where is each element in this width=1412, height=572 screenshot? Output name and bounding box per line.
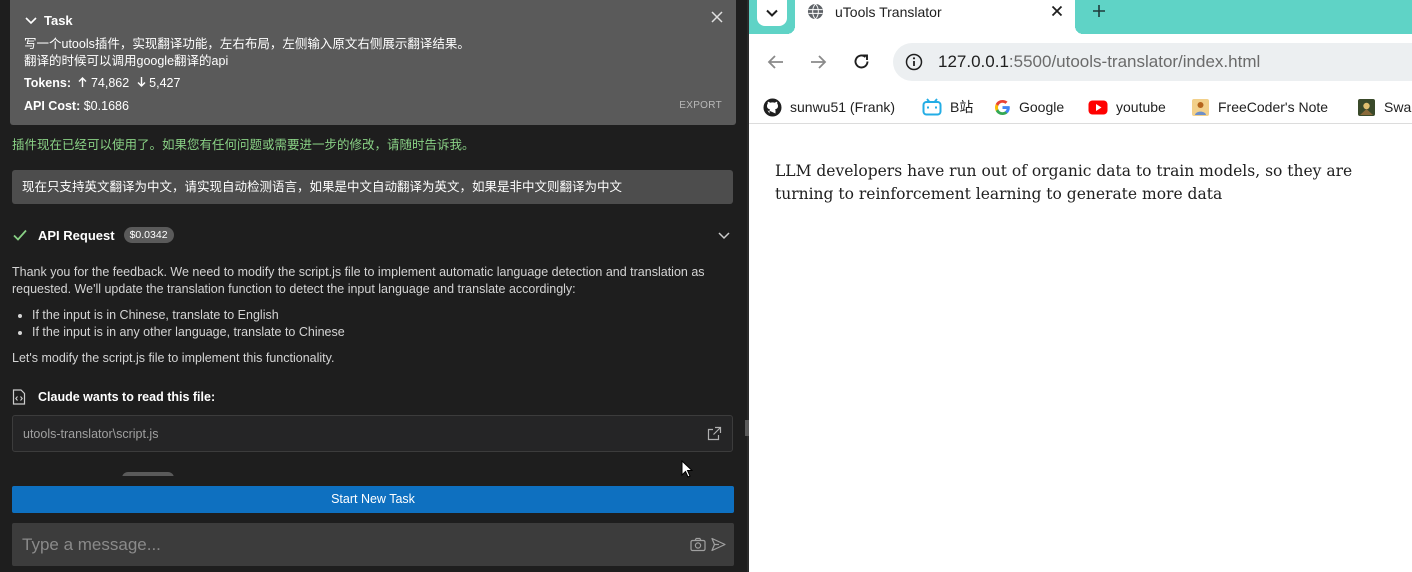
bilibili-icon: [922, 98, 942, 116]
chevron-down-icon: [766, 9, 778, 17]
tokens-in: 74,862: [90, 76, 130, 90]
message-input[interactable]: [12, 523, 672, 566]
tab-title: uTools Translator: [835, 4, 942, 20]
task-header[interactable]: Task: [24, 10, 722, 30]
assistant-response: Thank you for the feedback. We need to m…: [12, 264, 732, 367]
api-cost-value: $0.1686: [83, 99, 129, 113]
response-intro: Thank you for the feedback. We need to m…: [12, 265, 705, 296]
response-bullets: If the input is in Chinese, translate to…: [32, 307, 732, 341]
bookmark-github[interactable]: sunwu51 (Frank): [763, 97, 895, 117]
scroll-fade: [0, 476, 747, 486]
url-text: 127.0.0.1:5500/utools-translator/index.h…: [938, 52, 1260, 72]
close-icon[interactable]: [1051, 5, 1063, 17]
camera-icon[interactable]: [690, 537, 706, 552]
browser-window: uTools Translator 127.0.0.1:5500/utools-…: [749, 0, 1412, 572]
arrow-down-icon: [137, 77, 146, 87]
api-cost: API Cost: $0.1686: [24, 99, 129, 113]
check-icon: [13, 229, 27, 241]
close-icon[interactable]: [710, 10, 724, 24]
chevron-down-icon[interactable]: [24, 13, 38, 27]
tokens-out: 5,427: [149, 76, 181, 90]
list-item: If the input is in Chinese, translate to…: [32, 307, 732, 324]
url-path: :5500/utools-translator/index.html: [1008, 52, 1261, 71]
chat-panel: Task 写一个utools插件，实现翻译功能，左右布局，左侧输入原文右侧展示翻…: [0, 0, 747, 572]
swa-icon: [1358, 98, 1375, 116]
translation-output: LLM developers have run out of organic d…: [775, 162, 1353, 203]
bookmark-label: Google: [1019, 99, 1065, 115]
youtube-icon: [1088, 100, 1108, 114]
bookmark-label: Swa: [1384, 99, 1412, 115]
api-cost-label: API Cost:: [24, 99, 81, 113]
task-description-line: 翻译的时候可以调用google翻译的api: [24, 54, 229, 68]
bookmark-bilibili[interactable]: B站: [922, 97, 973, 117]
note-icon: [1192, 98, 1209, 116]
bookmarks-bar: sunwu51 (Frank) B站 Google youtube FreeCo…: [749, 90, 1412, 124]
bookmark-google[interactable]: Google: [994, 97, 1064, 117]
address-bar[interactable]: 127.0.0.1:5500/utools-translator/index.h…: [893, 43, 1412, 81]
mouse-cursor-icon: [681, 460, 693, 478]
task-description-line: 写一个utools插件，实现翻译功能，左右布局，左侧输入原文右侧展示翻译结果。: [24, 37, 470, 51]
open-external-icon[interactable]: [707, 426, 722, 441]
task-header-label: Task: [44, 12, 73, 28]
tab-utools-translator[interactable]: uTools Translator: [787, 0, 1083, 34]
bookmark-label: FreeCoder's Note: [1218, 99, 1329, 115]
tab-search-button[interactable]: [757, 0, 787, 26]
bookmark-label: B站: [950, 99, 974, 115]
bookmark-freecoder[interactable]: FreeCoder's Note: [1191, 97, 1328, 117]
bookmark-label: sunwu51 (Frank): [790, 99, 896, 115]
start-new-task-button[interactable]: Start New Task: [12, 486, 734, 513]
file-path: utools-translator\script.js: [23, 427, 159, 441]
token-usage: Tokens: 74,862 5,427: [24, 76, 180, 90]
task-summary: Task 写一个utools插件，实现翻译功能，左右布局，左侧输入原文右侧展示翻…: [10, 0, 736, 125]
response-outro: Let's modify the script.js file to imple…: [12, 351, 335, 365]
tab-strip: uTools Translator: [749, 0, 1412, 34]
list-item: If the input is in any other language, t…: [32, 324, 732, 341]
completion-message: 插件现在已经可以使用了。如果您有任何问题或需要进一步的修改，请随时告诉我。: [12, 138, 475, 152]
user-message: 现在只支持英文翻译为中文，请实现自动检测语言，如果是中文自动翻译为英文，如果是非…: [12, 170, 733, 204]
arrow-up-icon: [78, 77, 87, 87]
api-request-cost-badge: $0.0342: [123, 227, 174, 243]
api-request-label: API Request: [38, 227, 115, 243]
file-code-icon: [12, 389, 26, 405]
page-content: LLM developers have run out of organic d…: [749, 125, 1412, 572]
read-file-label: Claude wants to read this file:: [38, 390, 216, 404]
google-icon: [995, 99, 1010, 115]
api-request-row[interactable]: API Request $0.0342: [12, 224, 733, 246]
read-file-request: Claude wants to read this file:: [12, 389, 215, 405]
bookmark-label: youtube: [1116, 99, 1166, 115]
github-icon: [763, 98, 782, 116]
arrow-right-icon[interactable]: [810, 54, 827, 70]
export-button[interactable]: EXPORT: [679, 100, 722, 111]
chevron-down-icon[interactable]: [717, 228, 731, 242]
globe-icon: [807, 3, 824, 20]
arrow-left-icon[interactable]: [767, 54, 784, 70]
plus-icon[interactable]: [1091, 3, 1107, 19]
browser-toolbar: 127.0.0.1:5500/utools-translator/index.h…: [749, 34, 1412, 90]
bookmark-youtube[interactable]: youtube: [1088, 97, 1166, 117]
tokens-label: Tokens:: [24, 76, 71, 90]
message-composer: [12, 523, 734, 566]
info-icon[interactable]: [905, 53, 923, 71]
send-icon[interactable]: [711, 537, 726, 552]
url-host: 127.0.0.1: [938, 52, 1009, 71]
file-path-box[interactable]: utools-translator\script.js: [12, 415, 733, 452]
reload-icon[interactable]: [853, 53, 870, 70]
bookmark-swa[interactable]: Swa: [1357, 97, 1411, 117]
